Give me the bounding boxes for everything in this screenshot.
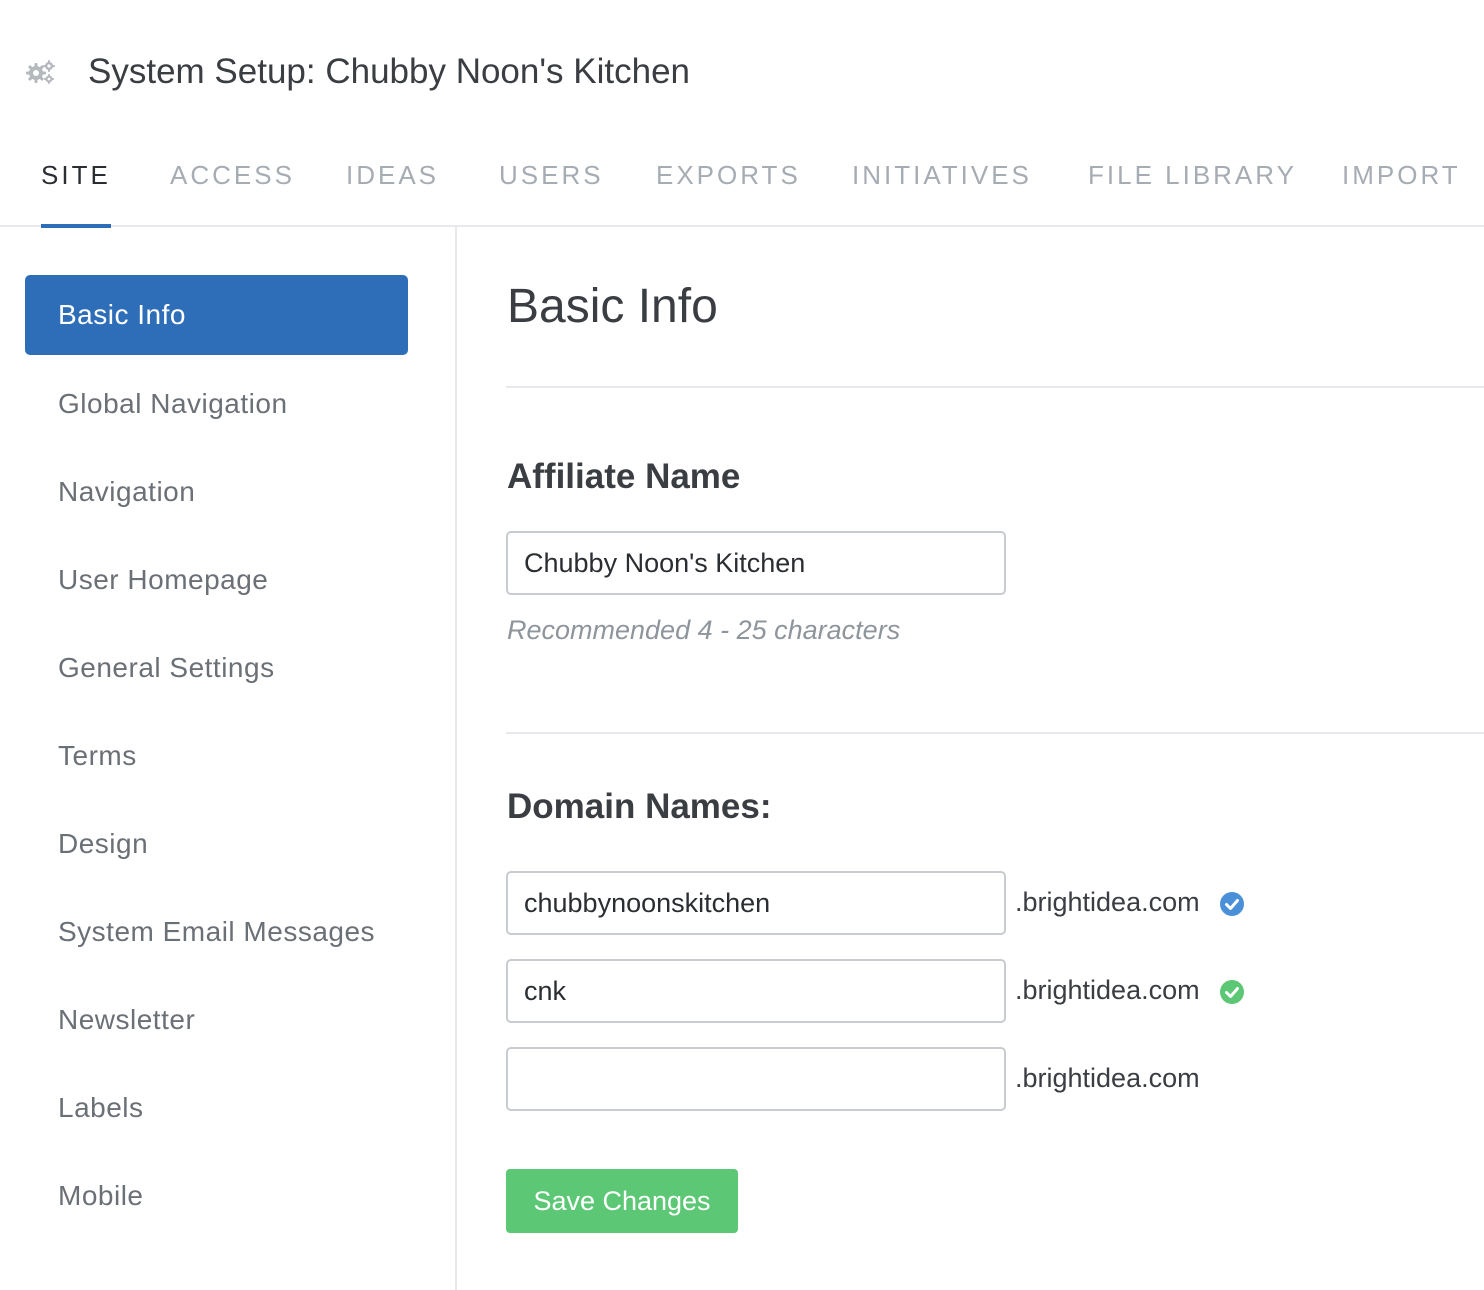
domain-input[interactable] bbox=[506, 1047, 1006, 1111]
tab-file-library[interactable]: FILE LIBRARY bbox=[1088, 160, 1297, 225]
tab-import[interactable]: IMPORT bbox=[1342, 160, 1461, 225]
tab-access[interactable]: ACCESS bbox=[170, 160, 295, 225]
affiliate-name-input[interactable] bbox=[506, 531, 1006, 595]
section-tabs: SITE ACCESS IDEAS USERS EXPORTS INITIATI… bbox=[0, 130, 1484, 228]
sidebar-item-labels[interactable]: Labels bbox=[25, 1068, 408, 1148]
system-setup-page: System Setup: Chubby Noon's Kitchen SITE… bbox=[0, 0, 1484, 1290]
sidebar-item-system-email-messages[interactable]: System Email Messages bbox=[25, 892, 408, 972]
divider bbox=[506, 386, 1484, 388]
save-changes-button[interactable]: Save Changes bbox=[506, 1169, 738, 1233]
domain-suffix: .brightidea.com bbox=[1015, 1063, 1200, 1093]
domain-input[interactable] bbox=[506, 959, 1006, 1023]
gear-icon bbox=[26, 60, 55, 84]
tab-users[interactable]: USERS bbox=[499, 160, 604, 225]
tab-initiatives[interactable]: INITIATIVES bbox=[852, 160, 1032, 225]
settings-sidebar: Basic Info Global Navigation Navigation … bbox=[0, 227, 457, 1290]
sidebar-item-navigation[interactable]: Navigation bbox=[25, 452, 408, 532]
domain-names-heading: Domain Names: bbox=[507, 787, 772, 826]
page-header: System Setup: Chubby Noon's Kitchen bbox=[0, 0, 1484, 130]
check-circle-blue-icon bbox=[1220, 892, 1244, 916]
section-title: Basic Info bbox=[507, 280, 718, 333]
sidebar-item-design[interactable]: Design bbox=[25, 804, 408, 884]
sidebar-item-user-homepage[interactable]: User Homepage bbox=[25, 540, 408, 620]
sidebar-item-mobile[interactable]: Mobile bbox=[25, 1156, 408, 1236]
sidebar-item-global-navigation[interactable]: Global Navigation bbox=[25, 364, 408, 444]
affiliate-name-hint: Recommended 4 - 25 characters bbox=[507, 615, 901, 645]
sidebar-item-general-settings[interactable]: General Settings bbox=[25, 628, 408, 708]
tab-exports[interactable]: EXPORTS bbox=[656, 160, 801, 225]
sidebar-item-terms[interactable]: Terms bbox=[25, 716, 408, 796]
sidebar-item-basic-info[interactable]: Basic Info bbox=[25, 275, 408, 355]
affiliate-name-heading: Affiliate Name bbox=[507, 457, 741, 496]
check-circle-green-icon bbox=[1220, 980, 1244, 1004]
sidebar-item-newsletter[interactable]: Newsletter bbox=[25, 980, 408, 1060]
page-title: System Setup: Chubby Noon's Kitchen bbox=[88, 52, 691, 91]
tab-site[interactable]: SITE bbox=[41, 160, 111, 228]
main-content: Basic Info Affiliate Name Recommended 4 … bbox=[458, 227, 1484, 1290]
tab-ideas[interactable]: IDEAS bbox=[346, 160, 439, 225]
domain-input[interactable] bbox=[506, 871, 1006, 935]
domain-suffix: .brightidea.com bbox=[1015, 887, 1200, 917]
divider bbox=[506, 732, 1484, 734]
domain-suffix: .brightidea.com bbox=[1015, 975, 1200, 1005]
